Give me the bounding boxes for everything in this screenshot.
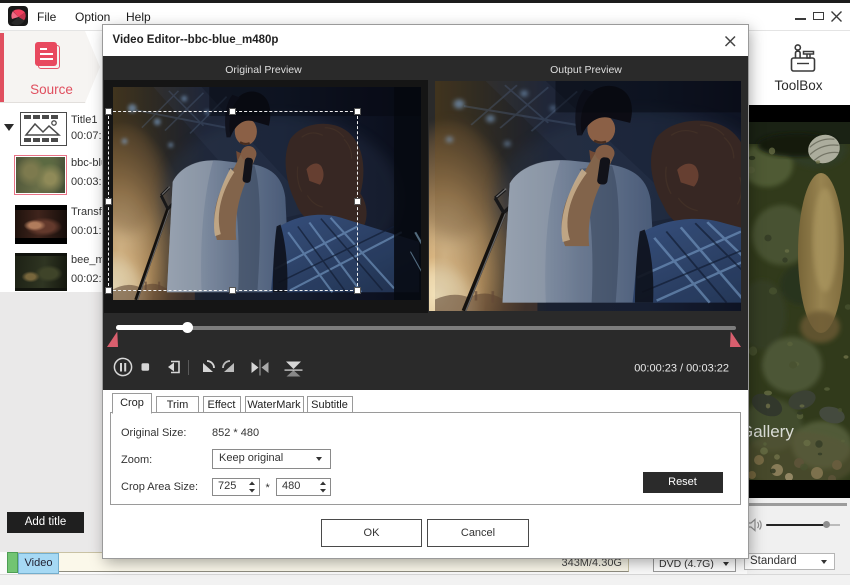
svg-text:00:00:23 / 00:03:22: 00:00:23 / 00:03:22: [634, 362, 729, 374]
svg-text:Gallery: Gallery: [747, 422, 794, 441]
